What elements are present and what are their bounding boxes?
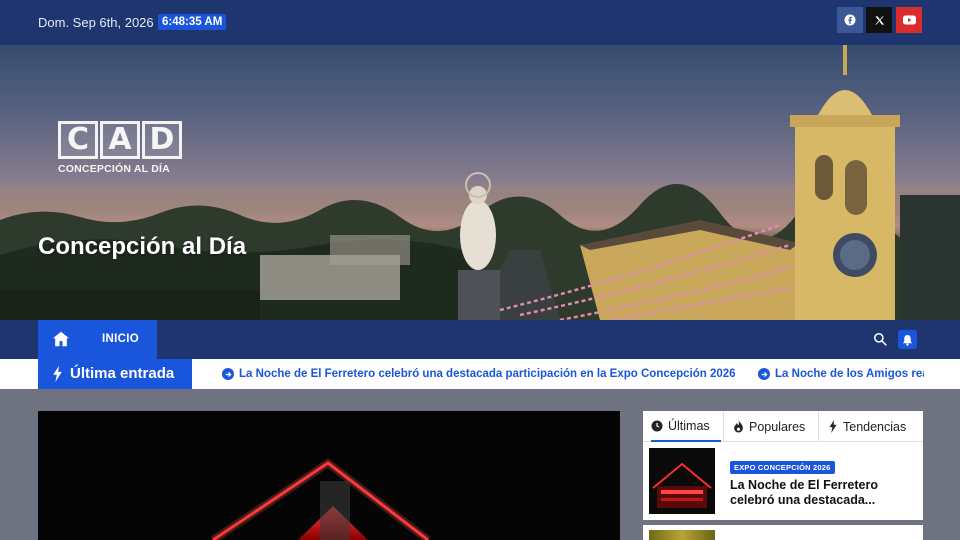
ticker-link[interactable]: La Noche de El Ferretero celebró una des… xyxy=(222,359,736,389)
ticker-label: Última entrada xyxy=(38,359,192,389)
youtube-button[interactable] xyxy=(896,7,922,33)
city-skyline-image xyxy=(0,45,960,320)
x-button[interactable] xyxy=(866,7,892,33)
tab-label: Tendencias xyxy=(843,419,907,434)
ticker-link-text: La Noche de El Ferretero celebró una des… xyxy=(239,368,736,380)
tab-populares[interactable]: Populares xyxy=(733,411,818,442)
facebook-icon xyxy=(844,14,856,26)
sidebar-post[interactable] xyxy=(643,525,923,540)
x-icon xyxy=(874,15,884,25)
nav-item-inicio[interactable]: INICIO xyxy=(38,320,157,359)
arrow-right-circle-icon xyxy=(222,368,234,380)
current-time: 6:48:35 AM xyxy=(158,14,227,30)
logo-letter: C xyxy=(58,121,98,159)
featured-post-image[interactable] xyxy=(38,411,620,540)
tab-divider xyxy=(818,411,819,442)
post-title[interactable]: La Noche de El Ferretero celebró una des… xyxy=(730,478,915,508)
post-thumbnail-image xyxy=(652,462,712,508)
tab-label: Últimas xyxy=(668,418,710,433)
sidebar-tabs: Últimas Populares Tendencias xyxy=(643,411,923,442)
post-thumbnail[interactable] xyxy=(649,448,715,514)
site-title[interactable]: Concepción al Día xyxy=(38,231,258,263)
search-icon xyxy=(873,332,887,346)
search-button[interactable] xyxy=(873,332,887,351)
nav-item-label: INICIO xyxy=(102,333,139,345)
youtube-icon xyxy=(902,15,916,25)
tab-ultimas[interactable]: Últimas xyxy=(651,411,721,442)
ticker-link[interactable]: La Noche de los Amigos reafirmó una xyxy=(758,359,924,389)
facebook-button[interactable] xyxy=(837,7,863,33)
clock-icon xyxy=(651,420,663,432)
breaking-news-ticker: Última entrada La Noche de El Ferretero … xyxy=(0,359,960,389)
tab-label: Populares xyxy=(749,419,806,434)
bolt-icon xyxy=(53,366,62,382)
sidebar-widget: Últimas Populares Tendencias EXPO CONCEP… xyxy=(643,411,923,540)
post-thumbnail[interactable] xyxy=(649,530,715,540)
top-bar: Dom. Sep 6th, 2026 6:48:35 AM xyxy=(0,0,960,45)
current-date: Dom. Sep 6th, 2026 xyxy=(38,15,154,30)
ticker-items: La Noche de El Ferretero celebró una des… xyxy=(222,359,924,389)
logo-letters: C A D xyxy=(58,121,182,159)
logo-tagline: CONCEPCIÓN AL DÍA xyxy=(58,163,170,175)
ticker-label-text: Última entrada xyxy=(70,365,175,382)
hero-banner: C A D CONCEPCIÓN AL DÍA Concepción al Dí… xyxy=(0,45,960,320)
arrow-right-circle-icon xyxy=(758,368,771,380)
bolt-icon xyxy=(828,420,838,433)
main-navigation: INICIO xyxy=(0,320,960,359)
sidebar-post[interactable]: EXPO CONCEPCIÓN 2026 La Noche de El Ferr… xyxy=(643,442,923,520)
logo-letter: D xyxy=(142,121,182,159)
fire-icon xyxy=(733,420,744,433)
logo-letter: A xyxy=(100,121,140,159)
bell-icon xyxy=(902,334,913,346)
site-logo[interactable]: C A D CONCEPCIÓN AL DÍA xyxy=(58,121,182,175)
ticker-link-text: La Noche de los Amigos reafirmó una xyxy=(775,368,924,380)
tab-divider xyxy=(723,411,724,442)
subscribe-button[interactable] xyxy=(898,330,917,349)
tab-tendencias[interactable]: Tendencias xyxy=(828,411,923,442)
post-category-badge[interactable]: EXPO CONCEPCIÓN 2026 xyxy=(730,461,835,474)
home-icon xyxy=(53,331,69,347)
featured-image xyxy=(210,458,431,540)
